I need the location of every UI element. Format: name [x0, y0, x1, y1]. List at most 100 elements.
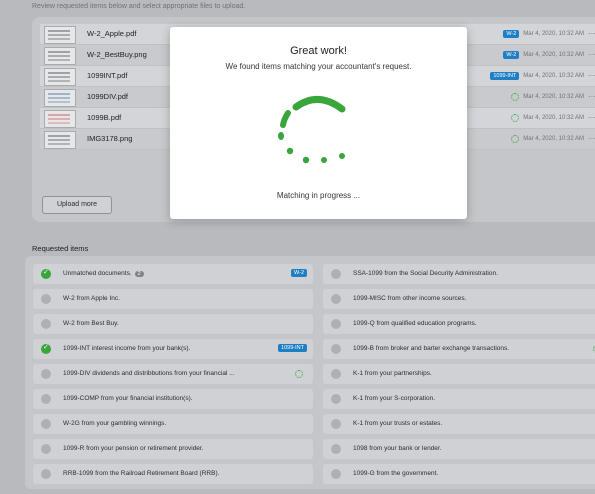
- more-options-icon[interactable]: ···: [588, 29, 595, 38]
- file-badge: W-2: [503, 50, 520, 59]
- instructions-text: Review requested items below and select …: [32, 3, 246, 10]
- status-dot-icon: [41, 444, 51, 454]
- status-dot-icon: [41, 469, 51, 479]
- request-item-label: 1099-DIV dividends and distribbutions fr…: [63, 370, 235, 377]
- upload-more-button[interactable]: Upload more: [42, 196, 112, 214]
- request-badge: 1099-INT: [278, 344, 307, 352]
- request-item-label: K-1 from your trusts or estates.: [353, 420, 443, 427]
- processing-spinner-icon: [295, 370, 303, 378]
- dialog-subtitle: We found items matching your accountant'…: [225, 62, 412, 71]
- request-item-label: 1099-COMP from your financial institutio…: [63, 395, 193, 402]
- request-item[interactable]: 1099-R from your pension or retirement p…: [33, 439, 313, 459]
- loading-spinner-icon: [278, 96, 346, 164]
- file-thumbnail: [44, 68, 76, 86]
- requested-items-panel: Unmatched documents.2 W-2 W-2 from Apple…: [25, 256, 595, 489]
- request-item[interactable]: 1099-G from the government.: [323, 464, 595, 484]
- status-dot-icon: [41, 319, 51, 329]
- more-options-icon[interactable]: ···: [588, 92, 595, 101]
- status-dot-icon: [331, 394, 341, 404]
- file-thumbnail: [44, 110, 76, 128]
- request-item-label: RRB-1099 from the Railroad Retirement Bo…: [63, 470, 220, 477]
- status-dot-icon: [41, 419, 51, 429]
- status-dot-icon: [331, 294, 341, 304]
- request-item[interactable]: RRB-1099 from the Railroad Retirement Bo…: [33, 464, 313, 484]
- processing-spinner-icon: [511, 113, 520, 122]
- count-badge: 2: [134, 271, 144, 277]
- file-date: Mar 4, 2020, 10:32 AM: [523, 114, 584, 121]
- request-item[interactable]: 1098 from your bank or lender.: [323, 439, 595, 459]
- file-badge: 1099-INT: [490, 71, 520, 80]
- status-dot-icon: [331, 419, 341, 429]
- status-dot-icon: [41, 394, 51, 404]
- request-item[interactable]: 1099-Q from qualified education programs…: [323, 314, 595, 334]
- more-options-icon[interactable]: ···: [588, 113, 595, 122]
- request-item-label: Unmatched documents.: [63, 270, 132, 277]
- more-options-icon[interactable]: ···: [588, 50, 595, 59]
- request-item-label: 1099-INT interest income from your bank(…: [63, 345, 191, 352]
- status-dot-icon: [331, 369, 341, 379]
- request-item[interactable]: 1099-MISC from other income sources.: [323, 289, 595, 309]
- file-meta: Mar 4, 2020, 10:32 AM ···: [511, 113, 595, 122]
- status-dot-icon: [331, 469, 341, 479]
- status-dot-icon: [331, 444, 341, 454]
- file-meta: W-2 Mar 4, 2020, 10:32 AM ···: [503, 29, 595, 38]
- request-item-label: K-1 from your partnerships.: [353, 370, 432, 377]
- file-date: Mar 4, 2020, 10:32 AM: [523, 30, 584, 37]
- request-item-label: W-2 from Apple Inc.: [63, 295, 120, 302]
- file-meta: Mar 4, 2020, 10:32 AM ···: [511, 92, 595, 101]
- request-item-label: 1099-R from your pension or retirement p…: [63, 445, 204, 452]
- request-item-label: 1099-B from broker and barter exchange t…: [353, 345, 510, 352]
- request-item[interactable]: 1099-DIV dividends and distribbutions fr…: [33, 364, 313, 384]
- requested-items-heading: Requested items: [32, 244, 89, 253]
- file-name: 1099DIV.pdf: [87, 92, 129, 101]
- status-dot-icon: [331, 269, 341, 279]
- status-dot-icon: [331, 344, 341, 354]
- request-item-label: 1099-G from the government.: [353, 470, 439, 477]
- request-item-label: W-2 from Best Buy.: [63, 320, 119, 327]
- more-options-icon[interactable]: ···: [588, 134, 595, 143]
- status-dot-icon: [41, 294, 51, 304]
- file-date: Mar 4, 2020, 10:32 AM: [523, 72, 584, 79]
- file-date: Mar 4, 2020, 10:32 AM: [523, 93, 584, 100]
- request-item-label: SSA-1099 from the Social Decurity Admini…: [353, 270, 498, 277]
- file-badge: W-2: [503, 29, 520, 38]
- request-item[interactable]: SSA-1099 from the Social Decurity Admini…: [323, 264, 595, 284]
- request-item[interactable]: Unmatched documents.2 W-2: [33, 264, 313, 284]
- check-icon: [41, 268, 51, 279]
- file-thumbnail: [44, 89, 76, 107]
- file-name: 1099B.pdf: [87, 113, 122, 122]
- request-item-label: 1099-Q from qualified education programs…: [353, 320, 477, 327]
- file-thumbnail: [44, 131, 76, 149]
- more-options-icon[interactable]: ···: [588, 71, 595, 80]
- request-item-label: W-2G from your gambling winnings.: [63, 420, 167, 427]
- request-item[interactable]: K-1 from your trusts or estates.: [323, 414, 595, 434]
- request-item[interactable]: 1099-COMP from your financial institutio…: [33, 389, 313, 409]
- request-item[interactable]: W-2G from your gambling winnings.: [33, 414, 313, 434]
- file-name: 1099INT.pdf: [87, 71, 128, 80]
- status-dot-icon: [41, 369, 51, 379]
- progress-status-text: Matching in progress ...: [276, 191, 361, 200]
- status-dot-icon: [331, 319, 341, 329]
- file-meta: 1099-INT Mar 4, 2020, 10:32 AM ···: [490, 71, 595, 80]
- file-date: Mar 4, 2020, 10:32 AM: [523, 135, 584, 142]
- request-item[interactable]: W-2 from Apple Inc.: [33, 289, 313, 309]
- request-item[interactable]: 1099-INT interest income from your bank(…: [33, 339, 313, 359]
- request-badge: W-2: [291, 269, 307, 277]
- processing-spinner-icon: [511, 134, 520, 143]
- request-item[interactable]: K-1 from your partnerships.: [323, 364, 595, 384]
- file-thumbnail: [44, 26, 76, 44]
- request-item-label: 1099-MISC from other income sources.: [353, 295, 467, 302]
- page-background: Review requested items below and select …: [0, 0, 595, 494]
- request-item[interactable]: W-2 from Best Buy.: [33, 314, 313, 334]
- file-meta: W-2 Mar 4, 2020, 10:32 AM ···: [503, 50, 595, 59]
- request-item[interactable]: 1099-B from broker and barter exchange t…: [323, 339, 595, 359]
- file-name: IMG3178.png: [87, 134, 133, 143]
- file-thumbnail: [44, 47, 76, 65]
- file-date: Mar 4, 2020, 10:32 AM: [523, 51, 584, 58]
- check-icon: [41, 343, 51, 354]
- file-meta: Mar 4, 2020, 10:32 AM ···: [511, 134, 595, 143]
- file-name: W-2_Apple.pdf: [87, 29, 137, 38]
- processing-spinner-icon: [511, 92, 520, 101]
- matching-dialog: Great work! We found items matching your…: [170, 27, 467, 219]
- request-item[interactable]: K-1 from your S-corporation.: [323, 389, 595, 409]
